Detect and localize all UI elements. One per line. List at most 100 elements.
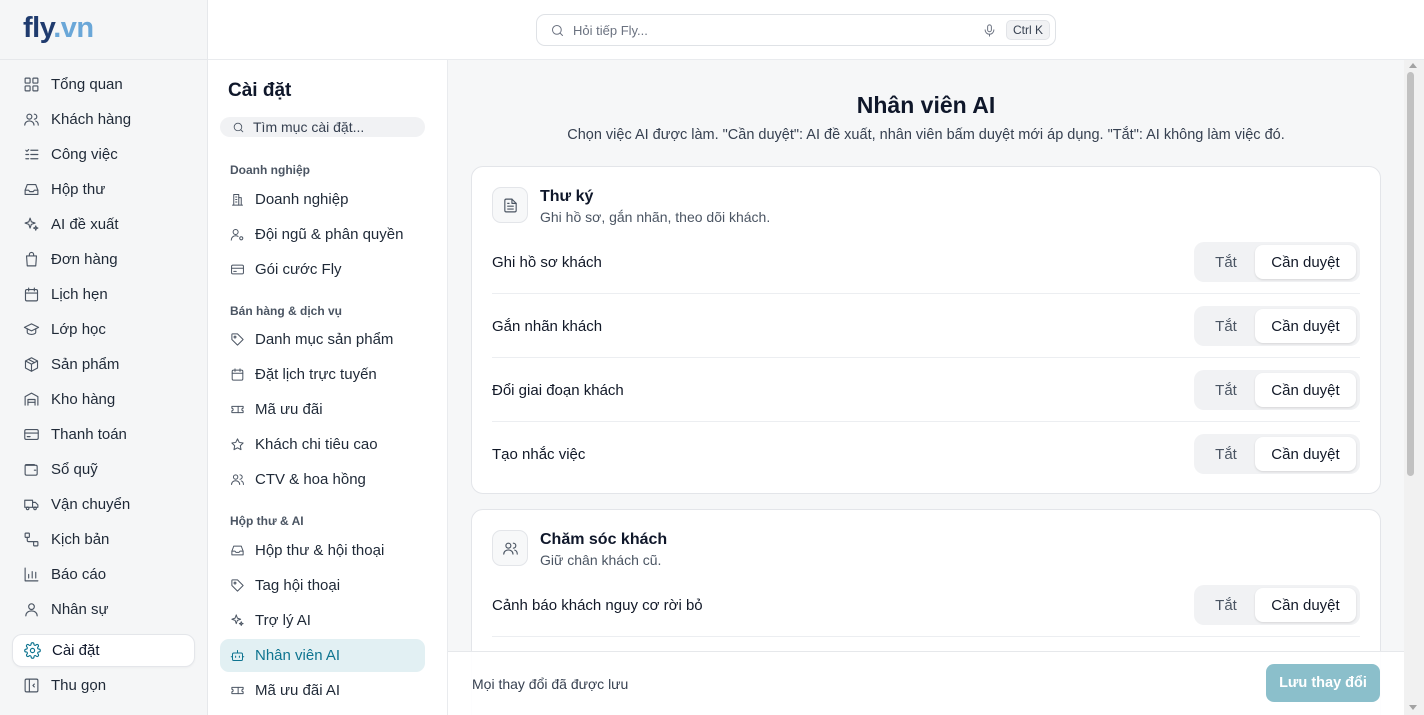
option-review[interactable]: Cần duyệt bbox=[1255, 373, 1356, 407]
top-bar: Hỏi tiếp Fly... Ctrl K bbox=[208, 0, 1424, 60]
sidebar-item-ai-suggestions[interactable]: AI đề xuất bbox=[12, 208, 195, 241]
sparkles-icon bbox=[23, 216, 40, 233]
settings-item-label: Doanh nghiệp bbox=[255, 191, 349, 208]
settings-item-affiliates[interactable]: CTV & hoa hồng bbox=[220, 463, 425, 496]
sidebar-item-payments[interactable]: Thanh toán bbox=[12, 418, 195, 451]
sidebar-item-scripts[interactable]: Kịch bản bbox=[12, 523, 195, 556]
users-icon bbox=[502, 540, 519, 557]
sidebar-item-label: Kho hàng bbox=[51, 391, 116, 408]
ticket-icon bbox=[230, 683, 245, 698]
scrollbar-thumb[interactable] bbox=[1407, 72, 1414, 476]
sidebar-item-label: Báo cáo bbox=[51, 566, 107, 583]
settings-item-label: Nhân viên AI bbox=[255, 647, 341, 664]
scroll-up-arrow[interactable] bbox=[1409, 63, 1417, 68]
setting-row: Đổi giai đoạn khách Tắt Cần duyệt bbox=[492, 358, 1360, 422]
sidebar-item-overview[interactable]: Tổng quan bbox=[12, 68, 195, 101]
setting-row: Tạo nhắc việc Tắt Cần duyệt bbox=[492, 422, 1360, 486]
settings-item-online-booking[interactable]: Đặt lịch trực tuyến bbox=[220, 358, 425, 391]
sidebar-item-label: Công việc bbox=[51, 146, 118, 163]
settings-item-label: Hộp thư & hội thoại bbox=[255, 542, 385, 559]
search-input[interactable]: Hỏi tiếp Fly... bbox=[573, 23, 982, 38]
save-changes-button[interactable]: Lưu thay đổi bbox=[1266, 664, 1380, 702]
option-off[interactable]: Tắt bbox=[1197, 309, 1255, 343]
settings-group-label: Doanh nghiệp bbox=[230, 163, 310, 177]
settings-item-ai-assistant[interactable]: Trợ lý AI bbox=[220, 604, 425, 637]
card-secretary: Thư ký Ghi hồ sơ, gắn nhãn, theo dõi khá… bbox=[471, 166, 1381, 494]
sidebar-item-cashbook[interactable]: Sổ quỹ bbox=[12, 453, 195, 486]
shortcut-hint: Ctrl K bbox=[1006, 20, 1050, 40]
settings-item-business[interactable]: Doanh nghiệp bbox=[220, 183, 425, 216]
main-sidebar: fly.vn Tổng quan Khách hàng Công việc Hộ… bbox=[0, 0, 208, 715]
bot-icon bbox=[230, 648, 245, 663]
settings-item-inbox-conversations[interactable]: Hộp thư & hội thoại bbox=[220, 534, 425, 567]
tag-icon bbox=[230, 332, 245, 347]
option-off[interactable]: Tắt bbox=[1197, 373, 1255, 407]
save-bar: Mọi thay đổi đã được lưu Lưu thay đổi bbox=[448, 651, 1404, 715]
sparkles-icon bbox=[230, 613, 245, 628]
option-off[interactable]: Tắt bbox=[1197, 588, 1255, 622]
sidebar-item-tasks[interactable]: Công việc bbox=[12, 138, 195, 171]
graduation-cap-icon bbox=[23, 321, 40, 338]
mode-toggle: Tắt Cần duyệt bbox=[1194, 306, 1360, 346]
sidebar-item-appointments[interactable]: Lịch hẹn bbox=[12, 278, 195, 311]
sidebar-item-customers[interactable]: Khách hàng bbox=[12, 103, 195, 136]
tag-icon bbox=[230, 578, 245, 593]
settings-item-team-permissions[interactable]: Đội ngũ & phân quyền bbox=[220, 218, 425, 251]
sidebar-item-label: Nhân sự bbox=[51, 601, 109, 618]
settings-item-ai-promo-codes[interactable]: Mã ưu đãi AI bbox=[220, 674, 425, 707]
sidebar-item-hr[interactable]: Nhân sự bbox=[12, 593, 195, 626]
setting-row-label: Gắn nhãn khách bbox=[492, 317, 603, 335]
settings-item-label: CTV & hoa hồng bbox=[255, 471, 366, 488]
sidebar-item-classes[interactable]: Lớp học bbox=[12, 313, 195, 346]
settings-item-label: Mã ưu đãi AI bbox=[255, 682, 341, 699]
settings-item-conversation-tags[interactable]: Tag hội thoại bbox=[220, 569, 425, 602]
sidebar-item-orders[interactable]: Đơn hàng bbox=[12, 243, 195, 276]
option-off[interactable]: Tắt bbox=[1197, 437, 1255, 471]
mode-toggle: Tắt Cần duyệt bbox=[1194, 370, 1360, 410]
settings-item-ai-staff[interactable]: Nhân viên AI bbox=[220, 639, 425, 672]
truck-icon bbox=[23, 496, 40, 513]
calendar-icon bbox=[23, 286, 40, 303]
sidebar-item-label: Lớp học bbox=[51, 321, 106, 338]
gear-icon bbox=[24, 642, 41, 659]
star-icon bbox=[230, 437, 245, 452]
option-review[interactable]: Cần duyệt bbox=[1255, 437, 1356, 471]
sidebar-item-products[interactable]: Sản phẩm bbox=[12, 348, 195, 381]
sidebar-item-label: Tổng quan bbox=[51, 76, 123, 93]
settings-item-label: Danh mục sản phẩm bbox=[255, 331, 394, 348]
sidebar-item-inventory[interactable]: Kho hàng bbox=[12, 383, 195, 416]
settings-item-label: Khách chi tiêu cao bbox=[255, 436, 378, 453]
microphone-icon[interactable] bbox=[982, 23, 997, 38]
wallet-icon bbox=[23, 461, 40, 478]
settings-item-product-catalog[interactable]: Danh mục sản phẩm bbox=[220, 323, 425, 356]
scroll-down-arrow[interactable] bbox=[1409, 705, 1417, 710]
inbox-icon bbox=[230, 543, 245, 558]
sidebar-item-reports[interactable]: Báo cáo bbox=[12, 558, 195, 591]
sidebar-item-label: Đơn hàng bbox=[51, 251, 118, 268]
sidebar-item-inbox[interactable]: Hộp thư bbox=[12, 173, 195, 206]
settings-item-high-spenders[interactable]: Khách chi tiêu cao bbox=[220, 428, 425, 461]
settings-search-input[interactable]: Tìm mục cài đặt... bbox=[220, 117, 425, 137]
brand-logo[interactable]: fly.vn bbox=[23, 12, 94, 45]
shopping-bag-icon bbox=[23, 251, 40, 268]
sidebar-collapse-button[interactable]: Thu gọn bbox=[12, 669, 195, 702]
setting-row: Ghi hồ sơ khách Tắt Cần duyệt bbox=[492, 230, 1360, 294]
sidebar-item-label: Thanh toán bbox=[51, 426, 127, 443]
mode-toggle: Tắt Cần duyệt bbox=[1194, 434, 1360, 474]
page-description: Chọn việc AI được làm. "Cần duyệt": AI đ… bbox=[567, 127, 1285, 143]
settings-item-label: Đội ngũ & phân quyền bbox=[255, 226, 404, 243]
settings-search-placeholder: Tìm mục cài đặt... bbox=[253, 119, 365, 135]
option-review[interactable]: Cần duyệt bbox=[1255, 309, 1356, 343]
settings-item-fly-plan[interactable]: Gói cước Fly bbox=[220, 253, 425, 286]
setting-row-label: Đổi giai đoạn khách bbox=[492, 381, 624, 399]
option-off[interactable]: Tắt bbox=[1197, 245, 1255, 279]
sidebar-item-shipping[interactable]: Vận chuyển bbox=[12, 488, 195, 521]
mode-toggle: Tắt Cần duyệt bbox=[1194, 585, 1360, 625]
option-review[interactable]: Cần duyệt bbox=[1255, 245, 1356, 279]
global-search-box[interactable]: Hỏi tiếp Fly... Ctrl K bbox=[536, 14, 1056, 46]
document-icon bbox=[502, 197, 519, 214]
card-title: Chăm sóc khách bbox=[540, 531, 668, 548]
settings-item-promo-codes[interactable]: Mã ưu đãi bbox=[220, 393, 425, 426]
sidebar-item-settings[interactable]: Cài đặt bbox=[12, 634, 195, 667]
option-review[interactable]: Cần duyệt bbox=[1255, 588, 1356, 622]
